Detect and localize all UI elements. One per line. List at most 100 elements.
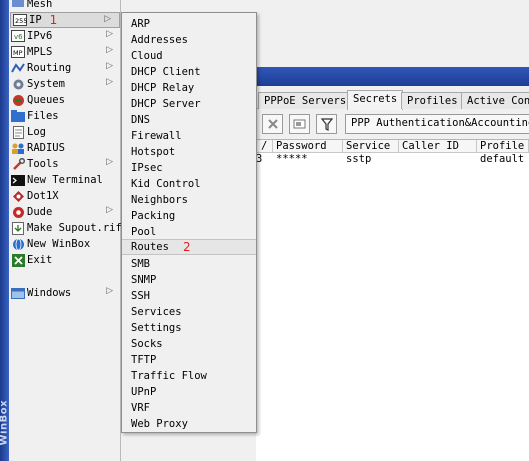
menu-item-ipv6[interactable]: v6 IPv6 ▷ — [9, 28, 121, 44]
menu-item-tools[interactable]: Tools ▷ — [9, 156, 121, 172]
column-header-caller-id[interactable]: Caller ID — [399, 140, 477, 153]
winbox-globe-icon — [11, 237, 25, 251]
submenu-item-hotspot[interactable]: Hotspot — [122, 144, 256, 160]
menu-item-label: Files — [27, 110, 59, 122]
menu-item-dot1x[interactable]: Dot1X — [9, 188, 121, 204]
ip-submenu: ARP Addresses Cloud DHCP Client DHCP Rel… — [121, 12, 257, 433]
menu-item-queues[interactable]: Queues — [9, 92, 121, 108]
submenu-arrow-icon: ▷ — [106, 157, 113, 167]
submenu-item-dhcp-relay[interactable]: DHCP Relay — [122, 80, 256, 96]
submenu-arrow-icon: ▷ — [104, 14, 111, 24]
cell-caller-id — [399, 153, 477, 166]
submenu-item-services[interactable]: Services — [122, 304, 256, 320]
submenu-arrow-icon: ▷ — [106, 45, 113, 55]
exit-icon — [11, 253, 25, 267]
menu-item-label: New WinBox — [27, 238, 91, 250]
submenu-item-neighbors[interactable]: Neighbors — [122, 192, 256, 208]
menu-item-label: RADIUS — [27, 142, 65, 154]
mesh-icon — [11, 0, 25, 11]
filter-button[interactable] — [316, 114, 337, 134]
submenu-arrow-icon: ▷ — [106, 29, 113, 39]
radius-users-icon — [11, 141, 25, 155]
menu-item-exit[interactable]: Exit — [9, 252, 121, 268]
submenu-arrow-icon: ▷ — [106, 77, 113, 87]
menu-item-label: Dot1X — [27, 190, 59, 202]
menu-item-new-winbox[interactable]: New WinBox — [9, 236, 121, 252]
menu-item-mesh[interactable]: Mesh — [9, 0, 121, 12]
menu-item-label: Mesh — [27, 0, 53, 10]
submenu-item-addresses[interactable]: Addresses — [122, 32, 256, 48]
mpls-icon: MP — [11, 45, 25, 59]
dude-icon — [11, 205, 25, 219]
cell-index: 3 — [256, 153, 263, 165]
tools-icon — [11, 157, 25, 171]
supout-icon — [11, 221, 25, 235]
submenu-item-pool[interactable]: Pool — [122, 224, 256, 240]
menu-item-radius[interactable]: RADIUS — [9, 140, 121, 156]
menu-item-log[interactable]: Log — [9, 124, 121, 140]
submenu-item-dhcp-server[interactable]: DHCP Server — [122, 96, 256, 112]
submenu-item-smb[interactable]: SMB — [122, 256, 256, 272]
menu-item-windows[interactable]: Windows ▷ — [9, 285, 121, 301]
submenu-item-snmp[interactable]: SNMP — [122, 272, 256, 288]
ppp-toolbar: PPP Authentication&Accounting — [256, 112, 529, 136]
menu-item-files[interactable]: Files — [9, 108, 121, 124]
svg-text:v6: v6 — [14, 33, 23, 41]
menu-item-label: Routing — [27, 62, 72, 74]
column-header-service[interactable]: Service — [343, 140, 399, 153]
submenu-item-dhcp-client[interactable]: DHCP Client — [122, 64, 256, 80]
ppp-auth-accounting-button[interactable]: PPP Authentication&Accounting — [345, 114, 529, 134]
queues-icon — [11, 93, 25, 107]
svg-text:255: 255 — [15, 17, 27, 25]
column-header-profile[interactable]: Profile — [477, 140, 529, 153]
windows-icon — [11, 286, 25, 300]
submenu-item-settings[interactable]: Settings — [122, 320, 256, 336]
submenu-item-cloud[interactable]: Cloud — [122, 48, 256, 64]
dot1x-icon — [11, 189, 25, 203]
comment-button[interactable] — [289, 114, 310, 134]
ppp-tab-bar: PPPoE Servers Secrets Profiles Active Co… — [256, 90, 529, 110]
submenu-item-socks[interactable]: Socks — [122, 336, 256, 352]
tab-pppoe-servers[interactable]: PPPoE Servers — [258, 92, 353, 109]
remove-x-icon — [267, 119, 278, 129]
tab-secrets[interactable]: Secrets — [347, 90, 404, 110]
submenu-item-routes[interactable]: Routes 2 — [122, 239, 256, 255]
system-gear-icon — [11, 77, 25, 91]
cell-password: ***** — [276, 153, 308, 165]
submenu-item-traffic-flow[interactable]: Traffic Flow — [122, 368, 256, 384]
submenu-item-label: Routes — [131, 241, 169, 253]
submenu-item-web-proxy[interactable]: Web Proxy — [122, 416, 256, 432]
tab-active-connections[interactable]: Active Conn — [461, 92, 529, 109]
remove-button[interactable] — [262, 114, 283, 134]
submenu-item-vrf[interactable]: VRF — [122, 400, 256, 416]
menu-item-new-terminal[interactable]: New Terminal — [9, 172, 121, 188]
menu-item-label: New Terminal — [27, 174, 103, 186]
annotation-marker-1: 1 — [49, 13, 58, 27]
submenu-item-upnp[interactable]: UPnP — [122, 384, 256, 400]
ppp-window-titlebar[interactable] — [256, 67, 529, 86]
menu-item-label: System — [27, 78, 65, 90]
submenu-item-ssh[interactable]: SSH — [122, 288, 256, 304]
submenu-item-tftp[interactable]: TFTP — [122, 352, 256, 368]
submenu-item-packing[interactable]: Packing — [122, 208, 256, 224]
menu-item-dude[interactable]: Dude ▷ — [9, 204, 121, 220]
menu-item-label: Make Supout.rif — [27, 222, 122, 234]
menu-item-make-supout[interactable]: Make Supout.rif — [9, 220, 122, 236]
tab-profiles[interactable]: Profiles — [401, 92, 464, 109]
menu-item-label: Dude — [27, 206, 53, 218]
menu-item-routing[interactable]: Routing ▷ — [9, 60, 121, 76]
menu-item-system[interactable]: System ▷ — [9, 76, 121, 92]
submenu-item-dns[interactable]: DNS — [122, 112, 256, 128]
column-header-password[interactable]: Password — [273, 140, 343, 153]
menu-item-ip[interactable]: 255 IP 1 ▷ — [10, 12, 120, 28]
ipv6-icon: v6 — [11, 29, 25, 43]
submenu-item-ipsec[interactable]: IPsec — [122, 160, 256, 176]
menu-item-mpls[interactable]: MP MPLS ▷ — [9, 44, 121, 60]
menu-item-label: Exit — [27, 254, 53, 266]
submenu-item-arp[interactable]: ARP — [122, 16, 256, 32]
menu-item-label: IPv6 — [27, 30, 53, 42]
submenu-item-firewall[interactable]: Firewall — [122, 128, 256, 144]
column-header-index[interactable]: / — [256, 140, 273, 153]
secrets-table: / Password Service Caller ID Profile 3 *… — [256, 139, 529, 461]
submenu-item-kid-control[interactable]: Kid Control — [122, 176, 256, 192]
